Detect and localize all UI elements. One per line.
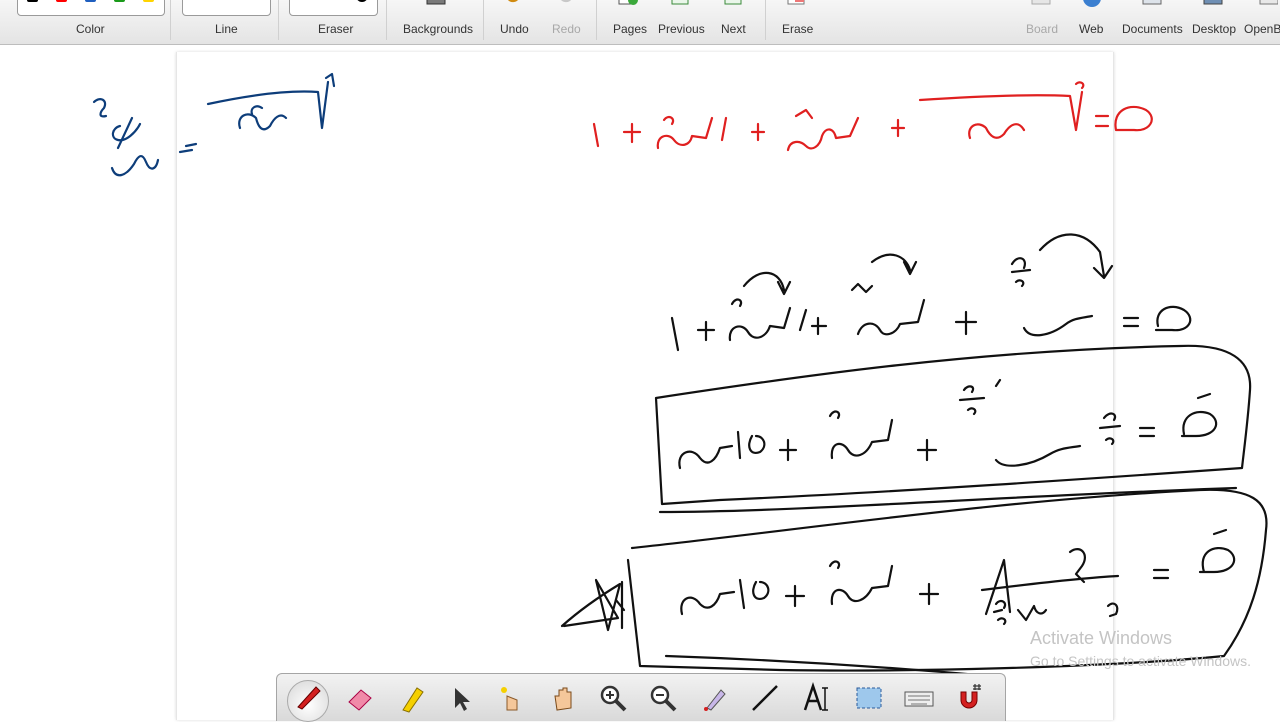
blue-note [92, 72, 336, 177]
pointer-pen-icon [704, 689, 726, 711]
red-equation [592, 81, 1153, 152]
line-tool[interactable] [745, 682, 785, 722]
zoom-out-icon [650, 685, 677, 712]
stylus-palette [276, 673, 1006, 722]
interact-tool[interactable] [491, 682, 531, 722]
pen-tool[interactable] [287, 680, 329, 722]
virtual-keyboard-tool[interactable] [899, 682, 939, 722]
eraser-tool[interactable] [339, 682, 379, 722]
laser-icon [501, 687, 518, 711]
activation-watermark-subtitle: Go to Settings to activate Windows. [1030, 653, 1251, 669]
zoom-out-tool[interactable] [643, 682, 683, 722]
text-icon [803, 682, 828, 711]
line-icon [752, 685, 778, 711]
hand-icon [554, 687, 572, 711]
laser-pointer-tool[interactable] [695, 682, 735, 722]
pen-icon [297, 686, 321, 710]
magnet-icon [960, 684, 981, 709]
keyboard-icon [904, 691, 934, 707]
hand-tool[interactable] [543, 682, 583, 722]
black-steps [560, 233, 1268, 678]
tools-magnet[interactable] [949, 682, 989, 722]
capture-tool[interactable] [849, 682, 889, 722]
text-tool[interactable] [797, 682, 837, 722]
highlighter-tool[interactable] [391, 682, 431, 722]
handwriting-layer [92, 72, 1268, 678]
eraser-icon [348, 689, 372, 711]
capture-icon [856, 687, 882, 709]
star-mark [560, 578, 622, 632]
zoom-in-icon [600, 685, 627, 712]
highlighter-icon [402, 687, 424, 713]
zoom-in-tool[interactable] [593, 682, 633, 722]
activation-watermark-title: Activate Windows [1030, 628, 1173, 648]
pointer-icon [455, 688, 470, 711]
selector-tool[interactable] [441, 682, 481, 722]
